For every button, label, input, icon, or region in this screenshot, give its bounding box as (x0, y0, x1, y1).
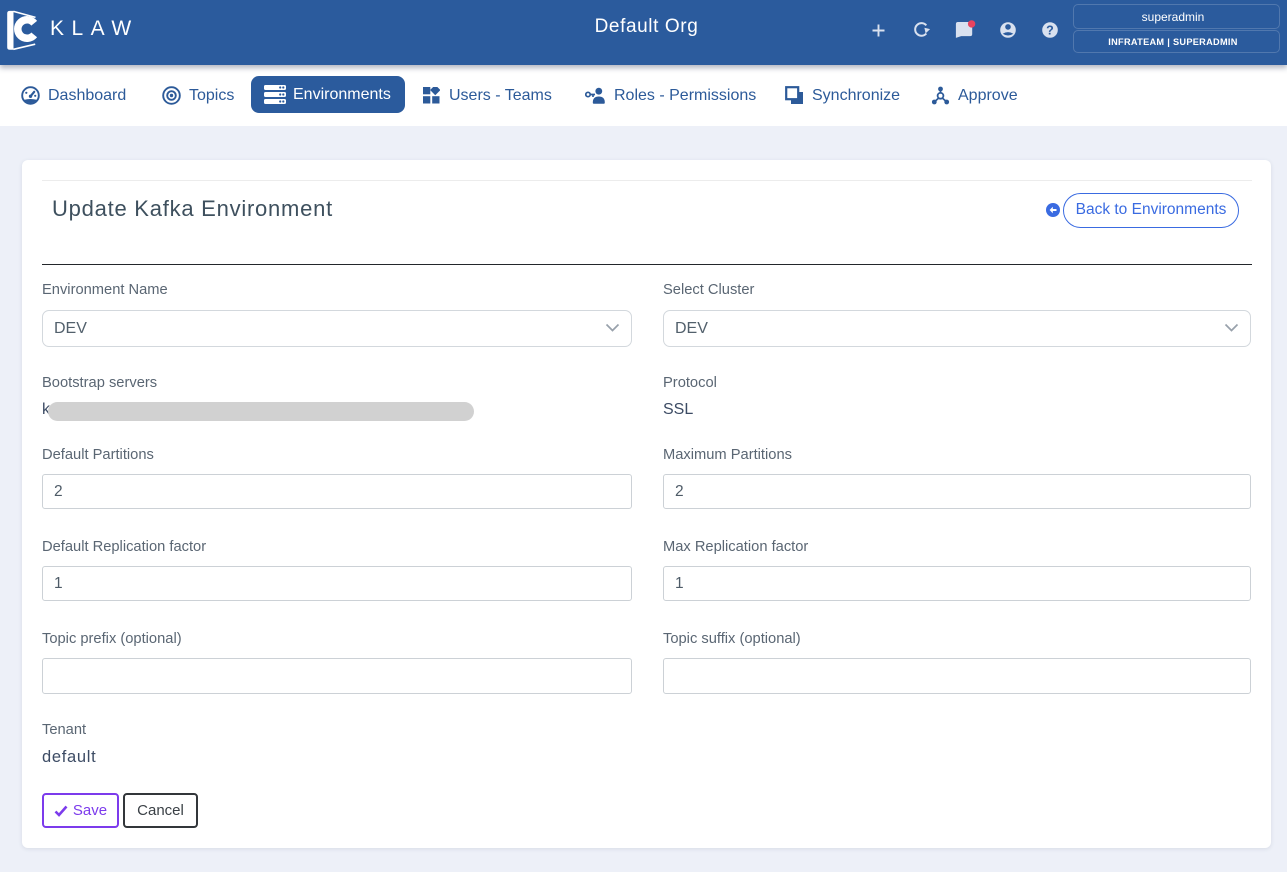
svg-text:?: ? (1046, 24, 1054, 38)
